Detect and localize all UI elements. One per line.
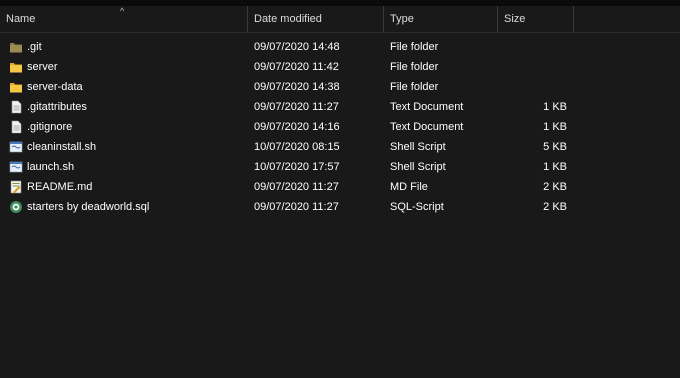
file-name: .gitattributes xyxy=(27,101,87,113)
shell-script-icon xyxy=(9,140,23,154)
file-row[interactable]: server-data 09/07/2020 14:38 File folder xyxy=(0,77,680,97)
text-document-icon xyxy=(9,120,23,134)
file-size xyxy=(500,37,567,57)
file-date-modified: 09/07/2020 14:16 xyxy=(254,121,340,133)
column-header-size-label: Size xyxy=(504,13,526,25)
file-size: 1 KB xyxy=(543,161,567,173)
file-row[interactable]: server 09/07/2020 11:42 File folder xyxy=(0,57,680,77)
file-row[interactable]: .gitignore 09/07/2020 14:16 Text Documen… xyxy=(0,117,680,137)
column-header-type-label: Type xyxy=(390,13,414,25)
file-size: 2 KB xyxy=(543,181,567,193)
shell-script-icon xyxy=(9,160,23,174)
file-name: server xyxy=(27,61,58,73)
sql-script-icon xyxy=(9,200,23,214)
file-name: README.md xyxy=(27,181,93,193)
file-type: Text Document xyxy=(390,121,464,133)
sort-ascending-icon: ^ xyxy=(120,6,125,16)
file-type: MD File xyxy=(390,181,428,193)
file-date-modified: 09/07/2020 11:27 xyxy=(254,201,339,213)
file-date-modified: 10/07/2020 08:15 xyxy=(254,141,340,153)
file-type: File folder xyxy=(390,41,439,53)
column-header-date-label: Date modified xyxy=(254,13,322,25)
file-size: 2 KB xyxy=(543,201,567,213)
file-row[interactable]: README.md 09/07/2020 11:27 MD File 2 KB xyxy=(0,177,680,197)
file-date-modified: 09/07/2020 14:48 xyxy=(254,41,340,53)
column-header-name-label: Name xyxy=(6,13,36,25)
file-row[interactable]: starters by deadworld.sql 09/07/2020 11:… xyxy=(0,197,680,217)
file-size xyxy=(500,77,567,97)
file-type: Shell Script xyxy=(390,141,446,153)
file-size xyxy=(500,57,567,77)
file-size: 5 KB xyxy=(543,141,567,153)
column-divider[interactable] xyxy=(573,6,574,32)
file-date-modified: 09/07/2020 11:27 xyxy=(254,101,339,113)
file-type: File folder xyxy=(390,61,439,73)
file-type: File folder xyxy=(390,81,439,93)
file-date-modified: 09/07/2020 14:38 xyxy=(254,81,340,93)
column-header-bar: Name ^ Date modified Type Size xyxy=(0,6,680,33)
file-size: 1 KB xyxy=(543,101,567,113)
file-name: .git xyxy=(27,41,42,53)
text-document-icon xyxy=(9,100,23,114)
file-name: launch.sh xyxy=(27,161,75,173)
file-name: starters by deadworld.sql xyxy=(27,201,150,213)
folder-icon xyxy=(9,60,23,74)
file-name: .gitignore xyxy=(27,121,73,133)
file-type: Text Document xyxy=(390,101,464,113)
file-type: Shell Script xyxy=(390,161,446,173)
file-date-modified: 10/07/2020 17:57 xyxy=(254,161,340,173)
file-name: server-data xyxy=(27,81,83,93)
column-header-type[interactable]: Type xyxy=(384,6,497,32)
column-header-date-modified[interactable]: Date modified xyxy=(248,6,383,32)
column-header-size[interactable]: Size xyxy=(498,6,573,32)
file-name: cleaninstall.sh xyxy=(27,141,97,153)
file-row[interactable]: launch.sh 10/07/2020 17:57 Shell Script … xyxy=(0,157,680,177)
folder-icon xyxy=(9,40,23,54)
file-row[interactable]: .git 09/07/2020 14:48 File folder xyxy=(0,37,680,57)
file-row[interactable]: .gitattributes 09/07/2020 11:27 Text Doc… xyxy=(0,97,680,117)
file-date-modified: 09/07/2020 11:42 xyxy=(254,61,339,73)
markdown-file-icon xyxy=(9,180,23,194)
file-type: SQL-Script xyxy=(390,201,444,213)
file-row[interactable]: cleaninstall.sh 10/07/2020 08:15 Shell S… xyxy=(0,137,680,157)
file-list: .git 09/07/2020 14:48 File folder server… xyxy=(0,37,680,217)
file-date-modified: 09/07/2020 11:27 xyxy=(254,181,339,193)
folder-icon xyxy=(9,80,23,94)
file-size: 1 KB xyxy=(543,121,567,133)
